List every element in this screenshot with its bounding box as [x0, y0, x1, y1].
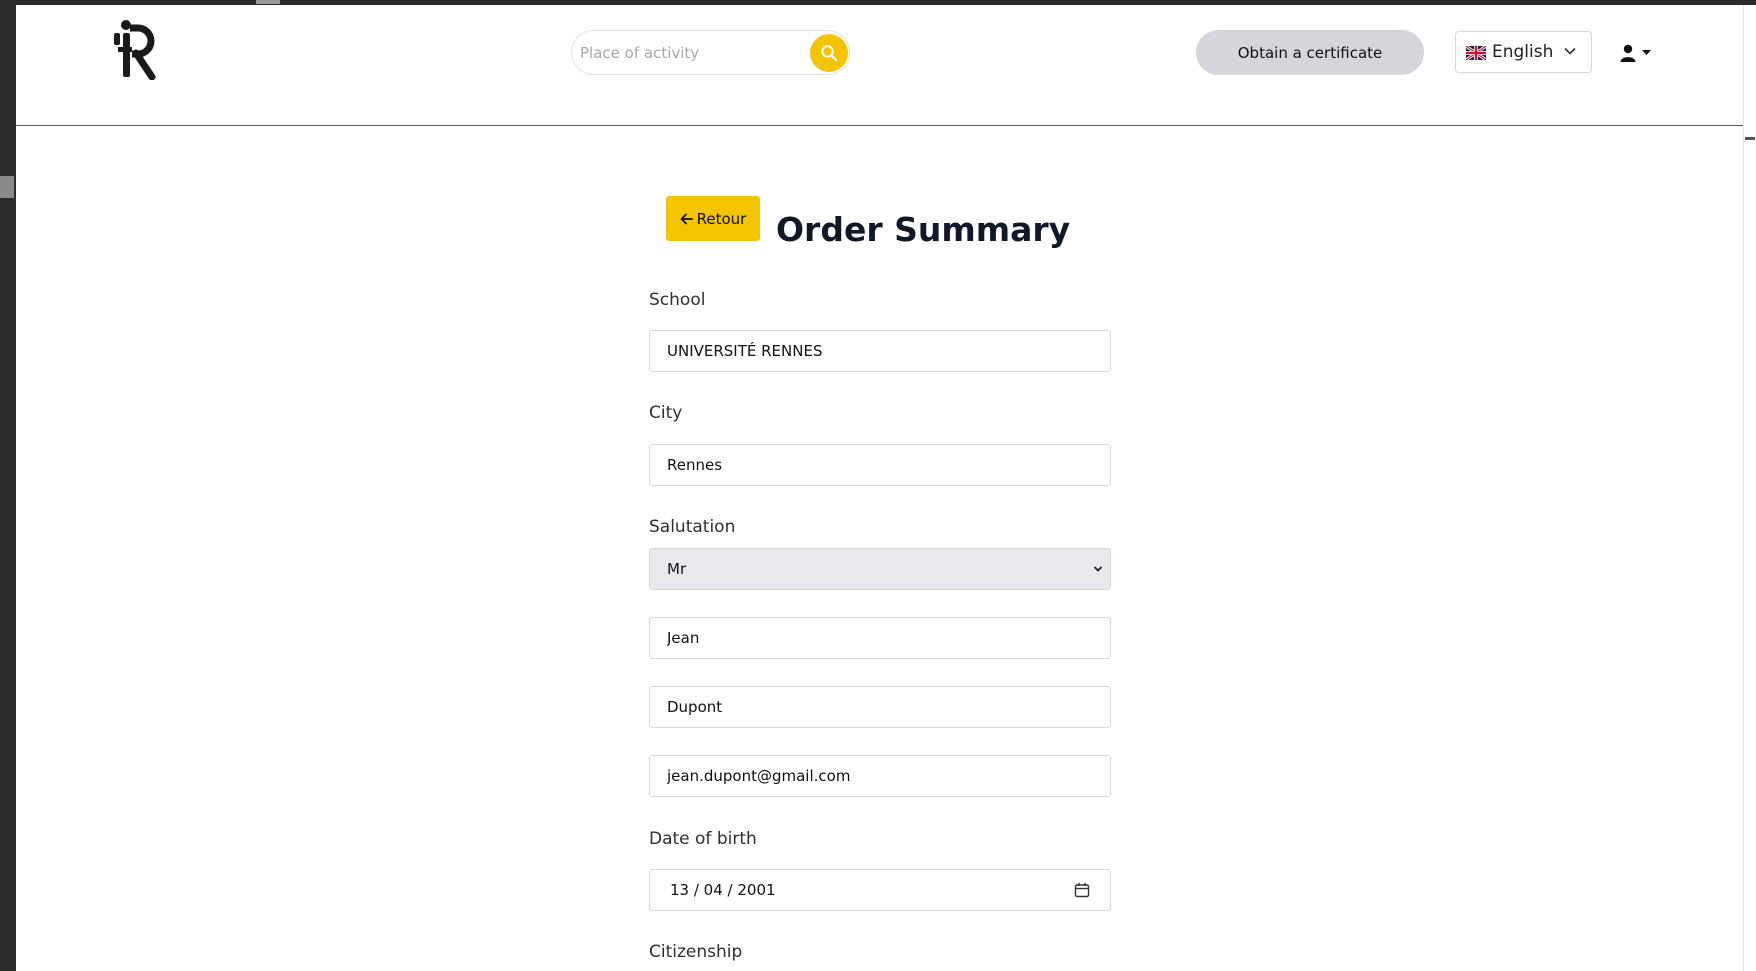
- chevron-down-icon: [1093, 566, 1103, 572]
- user-icon: [1620, 44, 1636, 62]
- back-button[interactable]: Retour: [666, 196, 760, 241]
- city-label: City: [649, 403, 683, 423]
- search-bar: [571, 30, 850, 75]
- search-icon: [821, 45, 838, 62]
- date-of-birth-field[interactable]: 13 / 04 / 2001: [649, 869, 1111, 911]
- obtain-certificate-button[interactable]: Obtain a certificate: [1196, 30, 1424, 75]
- uk-flag-icon: [1465, 44, 1487, 62]
- first-name-field[interactable]: [649, 617, 1111, 659]
- site-header: Obtain a certificate English: [16, 5, 1743, 126]
- city-field[interactable]: [649, 444, 1111, 486]
- caret-down-icon: [1642, 50, 1651, 55]
- browser-viewport: Obtain a certificate English: [16, 5, 1743, 971]
- calendar-icon[interactable]: [1074, 882, 1090, 898]
- salutation-value: Mr: [667, 560, 687, 578]
- citizenship-label: Citizenship: [649, 942, 743, 962]
- scrollbar-thumb[interactable]: [1745, 137, 1755, 140]
- chevron-down-icon: [1564, 47, 1576, 55]
- salutation-label: Salutation: [649, 517, 736, 537]
- arrow-left-icon: [680, 213, 693, 224]
- date-of-birth-value: 13 / 04 / 2001: [670, 881, 776, 899]
- language-select[interactable]: English: [1455, 31, 1592, 73]
- user-menu-toggle[interactable]: [1620, 41, 1660, 65]
- salutation-select[interactable]: Mr: [649, 548, 1111, 590]
- window-frame-marker: [0, 176, 14, 198]
- search-button[interactable]: [810, 34, 848, 72]
- search-input[interactable]: [580, 39, 790, 67]
- back-label: Retour: [696, 209, 747, 228]
- date-of-birth-label: Date of birth: [649, 829, 757, 849]
- email-field[interactable]: [649, 755, 1111, 797]
- school-field[interactable]: [649, 330, 1111, 372]
- school-label: School: [649, 290, 706, 310]
- window-frame-marker: [256, 0, 280, 4]
- logo-icon[interactable]: [112, 20, 158, 80]
- last-name-field[interactable]: [649, 686, 1111, 728]
- page-scrollbar[interactable]: [1743, 5, 1756, 971]
- page-title: Order Summary: [776, 210, 1071, 249]
- language-label: English: [1492, 42, 1554, 62]
